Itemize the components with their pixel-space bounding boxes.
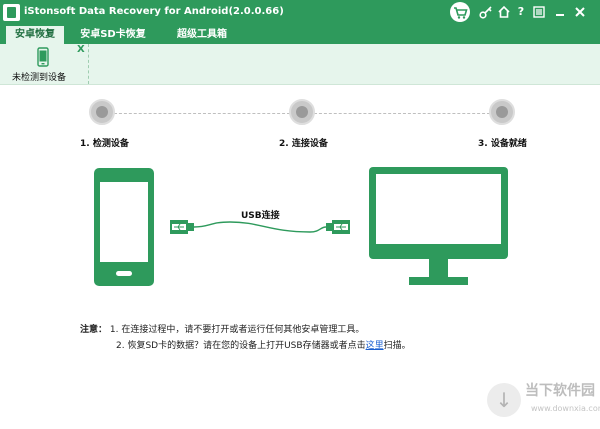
usb-icon <box>170 220 350 234</box>
phone-icon <box>37 47 49 67</box>
step-connector <box>114 113 290 115</box>
notes-item-2-suffix: 扫描。 <box>383 341 411 351</box>
monitor-icon <box>369 167 508 285</box>
scan-here-link[interactable]: 这里 <box>366 341 384 351</box>
watermark-url: www.downxia.com <box>531 404 600 413</box>
menu-icon[interactable] <box>532 5 546 19</box>
cart-icon[interactable] <box>450 2 470 22</box>
window-title: iStonsoft Data Recovery for Android(2.0.… <box>24 6 284 17</box>
title-bar: iStonsoft Data Recovery for Android(2.0.… <box>0 0 600 26</box>
notes-line-2: 2. 恢复SD卡的数据？请在您的设备上打开USB存储器或者点击这里扫描。 <box>116 338 411 351</box>
notes-line-1: 注意： 1. 在连接过程中，请不要打开或者运行任何其他安卓管理工具。 <box>80 322 364 335</box>
step-indicator-connect <box>289 99 315 125</box>
key-icon[interactable] <box>479 5 493 19</box>
watermark: ↓ 当下软件园 www.downxia.com <box>487 378 600 426</box>
watermark-name: 当下软件园 <box>525 383 595 399</box>
step-label-connect: 2. 连接设备 <box>279 139 328 149</box>
tab-sd-card-recovery[interactable]: 安卓SD卡恢复 <box>72 26 154 44</box>
tab-android-recovery[interactable]: 安卓恢复 <box>6 26 64 44</box>
phone-icon <box>94 168 154 286</box>
step-label-ready: 3. 设备就绪 <box>478 139 527 149</box>
step-label-detect: 1. 检测设备 <box>80 139 129 149</box>
notes-item-1: 1. 在连接过程中，请不要打开或者运行任何其他安卓管理工具。 <box>109 325 365 335</box>
device-close-button[interactable]: X <box>77 44 85 55</box>
step-connector <box>314 113 490 115</box>
device-status-label: 未检测到设备 <box>12 73 67 83</box>
app-logo-icon <box>3 4 20 21</box>
device-card[interactable]: X 未检测到设备 <box>0 44 89 84</box>
home-icon[interactable] <box>497 5 511 19</box>
minimize-icon[interactable] <box>553 5 567 19</box>
tab-super-toolbox[interactable]: 超级工具箱 <box>168 26 236 44</box>
close-icon[interactable] <box>573 5 587 19</box>
help-icon[interactable]: ? <box>514 5 528 19</box>
step-indicator-ready <box>489 99 515 125</box>
notes-item-2-prefix: 2. 恢复SD卡的数据？请在您的设备上打开USB存储器或者点击 <box>116 341 366 351</box>
device-bar: X 未检测到设备 <box>0 44 600 85</box>
step-indicator-detect <box>89 99 115 125</box>
download-logo-icon: ↓ <box>487 383 521 417</box>
notes-heading: 注意： <box>80 325 108 335</box>
tab-bar: 安卓恢复 安卓SD卡恢复 超级工具箱 <box>0 26 600 44</box>
